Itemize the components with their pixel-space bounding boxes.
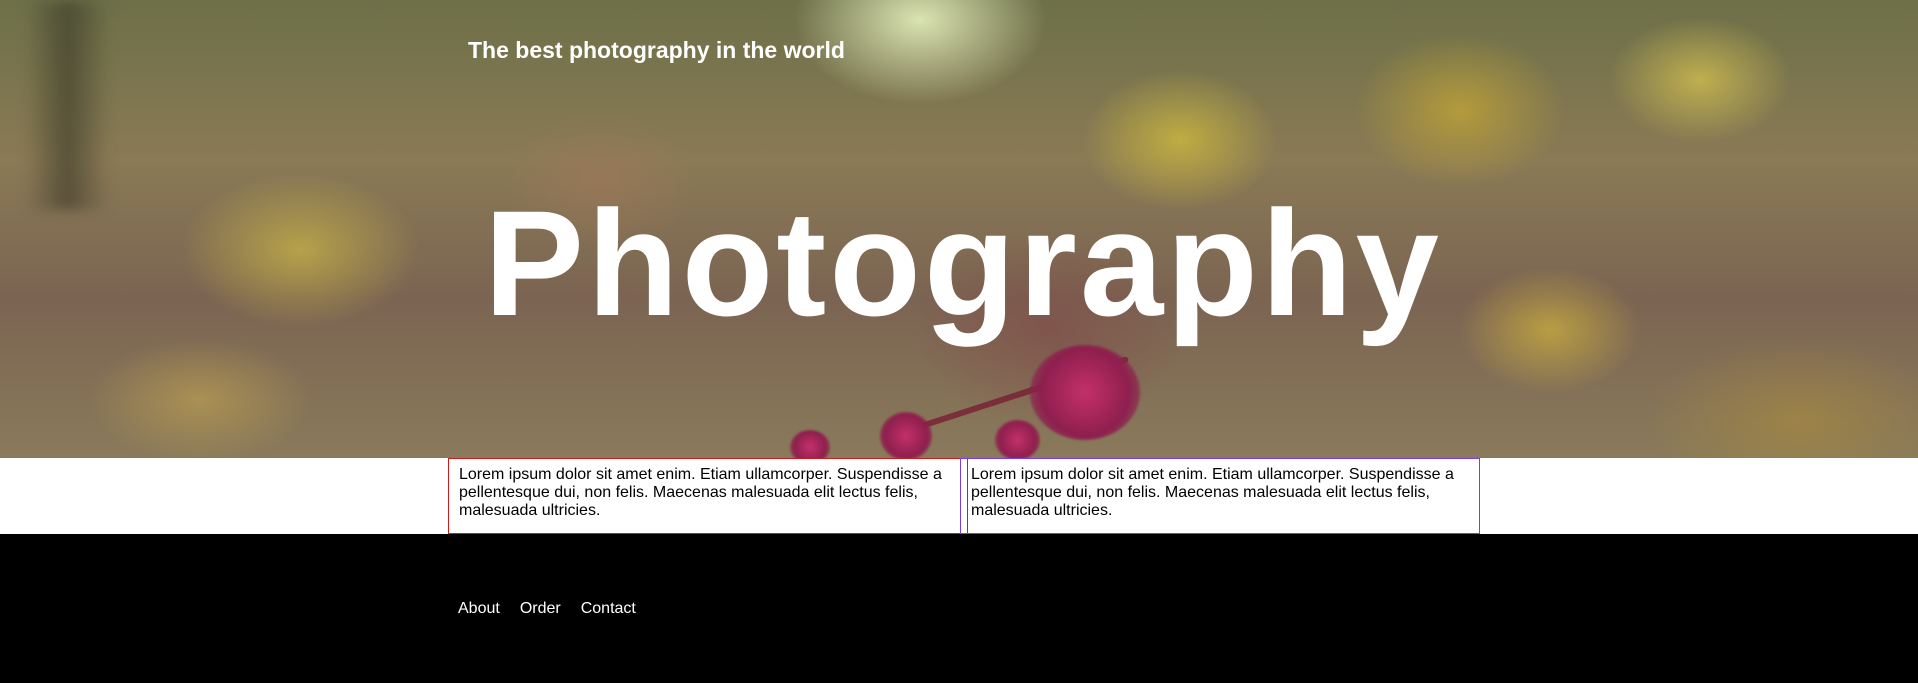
- background-photo-tree-trunk: [25, 0, 110, 210]
- hero-banner: The best photography in the world Photog…: [0, 0, 1918, 458]
- background-photo-flower: [880, 412, 932, 458]
- content-box-left: Lorem ipsum dolor sit amet enim. Etiam u…: [448, 458, 968, 534]
- site-tagline: The best photography in the world: [468, 37, 845, 63]
- footer-nav: About Order Contact: [458, 600, 636, 618]
- background-photo-flower: [995, 420, 1040, 458]
- background-photo-flower: [790, 430, 830, 458]
- background-photo-flower: [1030, 345, 1140, 440]
- nav-link-order[interactable]: Order: [520, 600, 561, 618]
- content-box-right: Lorem ipsum dolor sit amet enim. Etiam u…: [960, 458, 1480, 534]
- nav-link-about[interactable]: About: [458, 600, 500, 618]
- content-section: Lorem ipsum dolor sit amet enim. Etiam u…: [0, 458, 1918, 534]
- nav-link-contact[interactable]: Contact: [581, 600, 636, 618]
- page-headline: Photography: [484, 179, 1442, 347]
- footer: About Order Contact: [0, 534, 1918, 683]
